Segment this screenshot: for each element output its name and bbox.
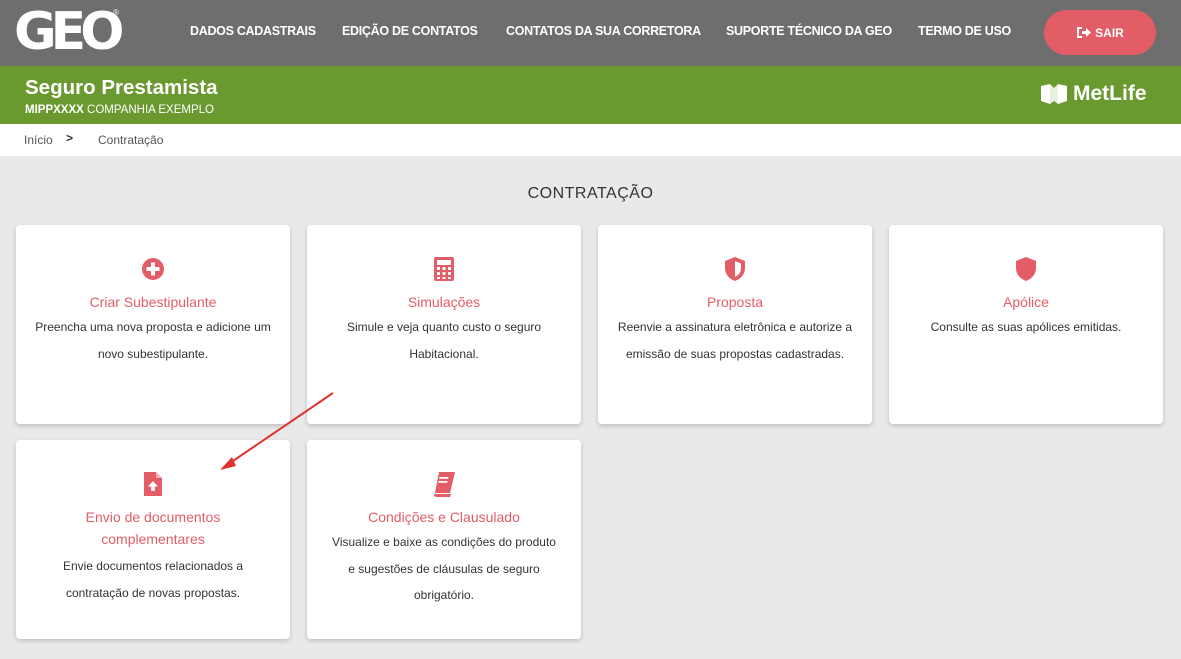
- card-title: Proposta: [706, 294, 764, 310]
- breadcrumb: Início > Contratação: [0, 124, 1181, 156]
- nav-contatos-corretora[interactable]: CONTATOS DA SUA CORRETORA: [506, 24, 701, 38]
- card-title: Simulações: [407, 294, 481, 310]
- nav-termo-uso[interactable]: TERMO DE USO: [918, 24, 1011, 38]
- metlife-wordmark: MetLife: [1073, 82, 1147, 105]
- sign-out-icon: [1077, 27, 1092, 38]
- card-title: Criar Subestipulante: [89, 294, 217, 310]
- nav-suporte-tecnico[interactable]: SUPORTE TÉCNICO DA GEO: [726, 24, 892, 38]
- product-title: Seguro Prestamista: [25, 76, 218, 99]
- card-description: Consulte as suas apólices emitidas.: [930, 320, 1122, 334]
- shield-half-icon: [725, 257, 745, 281]
- card-proposta[interactable]: Proposta Reenvie a assinatura eletrônica…: [598, 225, 872, 424]
- breadcrumb-chevron-icon: >: [66, 131, 74, 145]
- geo-logo[interactable]: GEO: [14, 6, 126, 58]
- registered-mark: ®: [113, 8, 119, 17]
- nav-dados-cadastrais[interactable]: DADOS CADASTRAIS: [190, 24, 316, 38]
- product-header: Seguro Prestamista MIPPXXXX COMPANHIA EX…: [0, 66, 1181, 124]
- metlife-logo: MetLife: [1041, 82, 1147, 106]
- card-criar-subestipulante[interactable]: Criar Subestipulante Preencha uma nova p…: [16, 225, 290, 424]
- product-subtitle: MIPPXXXX COMPANHIA EXEMPLO: [25, 104, 214, 116]
- metlife-m-icon: [1041, 84, 1067, 104]
- plus-circle-icon: [142, 258, 164, 280]
- logout-button[interactable]: SAIR: [1044, 10, 1156, 55]
- card-description: Simule e veja quanto custo o seguro Habi…: [346, 320, 542, 361]
- card-description: Reenvie a assinatura eletrônica e autori…: [617, 320, 853, 361]
- page-title: CONTRATAÇÃO: [527, 185, 654, 202]
- calculator-icon: [434, 257, 454, 281]
- product-code: MIPPXXXX: [25, 104, 84, 116]
- company-name: COMPANHIA EXEMPLO: [87, 104, 214, 116]
- shield-icon: [1016, 257, 1036, 281]
- card-title: Envio de documentos complementares: [85, 509, 221, 547]
- card-envio-documentos[interactable]: Envio de documentos complementares Envie…: [16, 440, 290, 639]
- breadcrumb-current: Contratação: [98, 133, 164, 147]
- file-upload-icon: [144, 472, 162, 496]
- breadcrumb-home[interactable]: Início: [24, 133, 53, 147]
- card-apolice[interactable]: Apólice Consulte as suas apólices emitid…: [889, 225, 1163, 424]
- card-title: Condições e Clausulado: [368, 509, 520, 525]
- card-simulacoes[interactable]: Simulações Simule e veja quanto custo o …: [307, 225, 581, 424]
- card-description: Visualize e baixe as condições do produt…: [332, 535, 556, 602]
- card-condicoes-clausulado[interactable]: Condições e Clausulado Visualize e baixe…: [307, 440, 581, 639]
- nav-edicao-contatos[interactable]: EDIÇÃO DE CONTATOS: [342, 24, 478, 38]
- logout-label: SAIR: [1095, 25, 1124, 40]
- card-description: Preencha uma nova proposta e adicione um…: [35, 320, 271, 361]
- book-icon: [434, 472, 455, 497]
- card-title: Apólice: [1003, 294, 1049, 310]
- card-description: Envie documentos relacionados a contrata…: [62, 559, 244, 600]
- top-navbar: GEO ® DADOS CADASTRAIS EDIÇÃO DE CONTATO…: [0, 0, 1181, 66]
